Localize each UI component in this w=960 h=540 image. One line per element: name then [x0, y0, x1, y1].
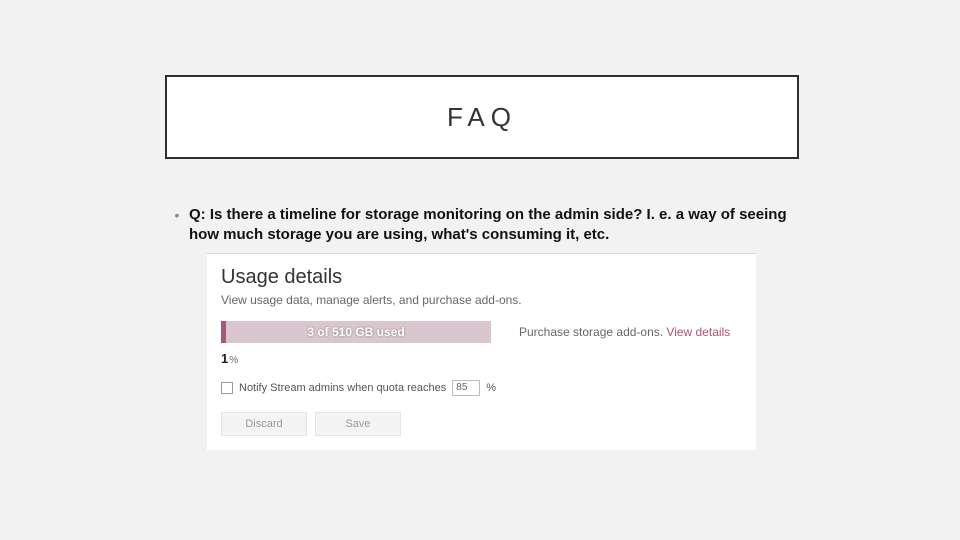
save-button[interactable]: Save — [315, 412, 401, 436]
notify-row: Notify Stream admins when quota reaches … — [221, 380, 742, 396]
discard-button[interactable]: Discard — [221, 412, 307, 436]
faq-item: • Q: Is there a timeline for storage mon… — [165, 205, 805, 245]
usage-details-panel: Usage details View usage data, manage al… — [207, 253, 756, 450]
quota-suffix: % — [486, 382, 496, 394]
button-row: Discard Save — [221, 412, 742, 436]
notify-checkbox[interactable] — [221, 382, 233, 394]
addons-prefix: Purchase storage add-ons. — [519, 325, 666, 339]
notify-label: Notify Stream admins when quota reaches — [239, 382, 446, 394]
view-details-link[interactable]: View details — [666, 325, 730, 339]
percent-symbol: % — [229, 355, 238, 366]
faq-question: Q: Is there a timeline for storage monit… — [189, 205, 805, 245]
storage-progress-bar: 3 of 510 GB used — [221, 321, 491, 343]
storage-progress-label: 3 of 510 GB used — [221, 321, 491, 343]
quota-threshold-input[interactable]: 85 — [452, 380, 480, 396]
page-title: FAQ — [447, 102, 517, 133]
storage-row: 3 of 510 GB used Purchase storage add-on… — [221, 321, 742, 343]
percent-used: 1% — [221, 351, 742, 366]
bullet-icon: • — [165, 205, 189, 225]
faq-body: • Q: Is there a timeline for storage mon… — [165, 205, 805, 245]
addons-text: Purchase storage add-ons. View details — [519, 325, 730, 339]
usage-subtitle: View usage data, manage alerts, and purc… — [221, 293, 742, 307]
title-box: FAQ — [165, 75, 799, 159]
percent-value: 1 — [221, 351, 228, 366]
usage-heading: Usage details — [221, 266, 742, 289]
slide: FAQ • Q: Is there a timeline for storage… — [0, 0, 960, 540]
